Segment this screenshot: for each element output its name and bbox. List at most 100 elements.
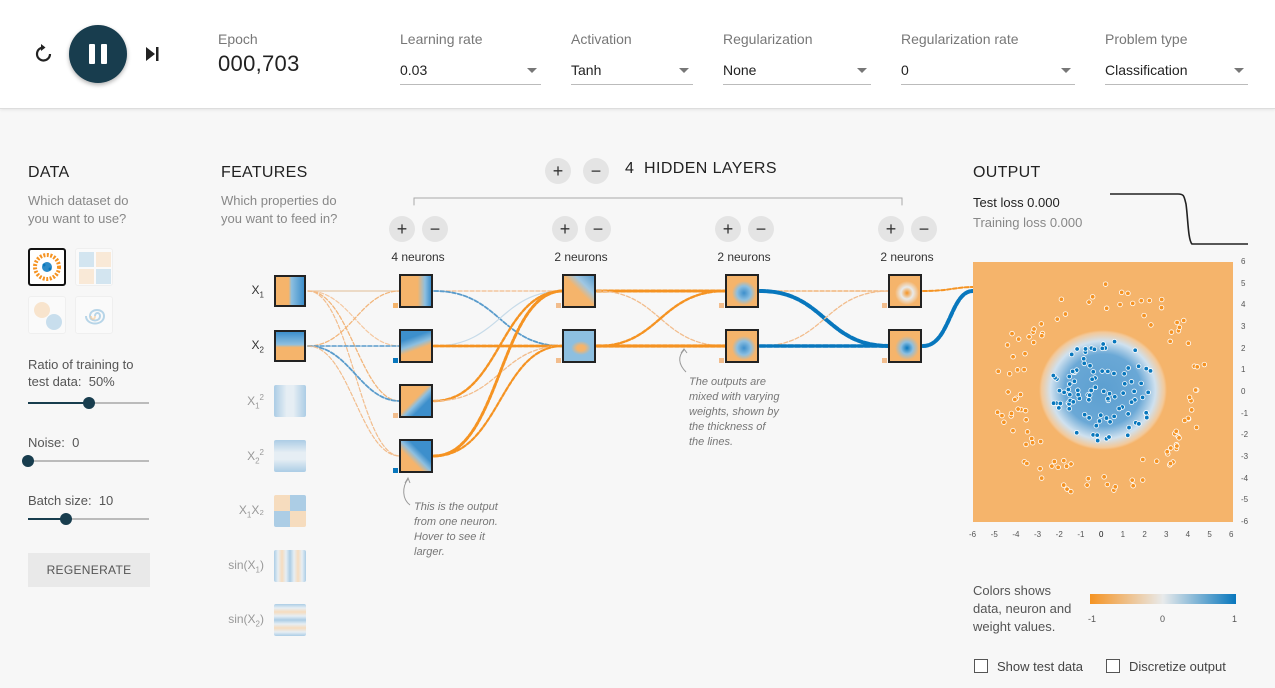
reset-button[interactable] [30, 40, 58, 68]
dataset-circle[interactable] [28, 248, 66, 286]
show-test-data-checkbox[interactable] [974, 659, 988, 673]
batch-size-label: Batch size: 10 [28, 493, 114, 508]
x-tick-label: -4 [1012, 530, 1020, 539]
neuron-1-1[interactable] [399, 274, 433, 308]
discretize-output-checkbox[interactable] [1106, 659, 1120, 673]
neuron-3-1[interactable] [725, 274, 759, 308]
data-point [1088, 387, 1094, 394]
legend-tick-mid: 0 [1160, 614, 1166, 624]
problem-type-select[interactable]: Classification [1105, 56, 1248, 85]
data-point [1102, 281, 1109, 287]
add-neuron-layer-3-button[interactable]: + [715, 216, 741, 242]
data-point [1106, 434, 1112, 440]
neuron-3-2[interactable] [725, 329, 759, 363]
chevron-down-icon [1061, 68, 1071, 73]
learning-rate-select[interactable]: 0.03 [400, 56, 541, 85]
data-point [1131, 388, 1137, 395]
add-neuron-layer-1-button[interactable]: + [389, 216, 415, 242]
data-point [1010, 354, 1016, 360]
ratio-slider-handle[interactable] [82, 397, 95, 409]
neuron-output-note: This is the output from one neuron. Hove… [414, 501, 498, 558]
add-neuron-layer-2-button[interactable]: + [552, 216, 578, 242]
y-tick-label: 2 [1241, 343, 1246, 353]
data-point [1037, 465, 1043, 472]
remove-neuron-layer-3-button[interactable]: − [748, 216, 774, 242]
data-point [1058, 296, 1065, 302]
data-point [1039, 333, 1045, 339]
training-loss: Training loss 0.000 [973, 215, 1083, 230]
color-legend-text: Colors shows data, neuron and weight val… [973, 583, 1072, 634]
data-point [1057, 400, 1064, 407]
x-tick-label: 5 [1207, 530, 1212, 539]
data-point [1031, 326, 1037, 332]
neuron-1-3[interactable] [399, 384, 433, 418]
batch-size-value: 10 [98, 493, 114, 508]
feature-sin-x1[interactable] [274, 550, 306, 582]
noise-slider-handle[interactable] [22, 455, 34, 467]
data-point [1017, 391, 1024, 398]
data-point [1056, 387, 1063, 394]
add-neuron-layer-4-button[interactable]: + [878, 216, 904, 242]
data-point [1015, 336, 1022, 342]
data-point [1001, 419, 1007, 425]
neuron-4-1[interactable] [888, 274, 922, 308]
data-point [1121, 371, 1127, 377]
reset-icon [35, 44, 52, 62]
x-tick-label: 2 [1142, 530, 1147, 539]
feature-label-sin-x1: sin(X1) [228, 558, 264, 575]
data-point [1125, 365, 1131, 371]
chevron-down-icon [857, 68, 867, 73]
y-tick-label: -2 [1241, 430, 1249, 440]
data-point [1061, 457, 1067, 464]
remove-layer-button[interactable]: − [583, 158, 609, 184]
feature-x1-squared[interactable] [274, 385, 306, 417]
data-point [1188, 407, 1195, 413]
noise-value: 0 [72, 435, 80, 450]
data-point [1112, 484, 1118, 490]
neuron-1-2[interactable] [399, 329, 433, 363]
feature-sin-x2[interactable] [274, 604, 306, 636]
data-point [1186, 394, 1193, 401]
noise-label: Noise: 0 [28, 435, 80, 450]
legend-tick-min: -1 [1088, 614, 1097, 624]
neuron-2-2[interactable] [562, 329, 596, 363]
neuron-1-4[interactable] [399, 439, 433, 473]
data-question: Which dataset do you want to use? [28, 193, 129, 226]
regularization-rate-value: 0 [901, 62, 909, 78]
dataset-xor[interactable] [75, 248, 113, 286]
remove-neuron-layer-1-button[interactable]: − [422, 216, 448, 242]
regularization-rate-select[interactable]: 0 [901, 56, 1075, 85]
batch-size-slider-handle[interactable] [59, 513, 72, 525]
data-point [1101, 388, 1107, 395]
data-point [1006, 371, 1013, 377]
neuron-4-2[interactable] [888, 329, 922, 363]
x-tick-label: -3 [1034, 530, 1042, 539]
xor-dataset-thumbnail [79, 252, 111, 284]
data-point [1168, 445, 1174, 451]
data-point [1145, 389, 1151, 396]
regenerate-button[interactable]: REGENERATE [28, 553, 150, 587]
regularization-select[interactable]: None [723, 56, 871, 85]
data-point [1106, 391, 1113, 397]
remove-neuron-layer-2-button[interactable]: − [585, 216, 611, 242]
dataset-gaussian[interactable] [28, 296, 66, 334]
step-button[interactable] [142, 42, 164, 66]
feature-x1[interactable] [274, 275, 306, 307]
noise-slider[interactable] [28, 460, 149, 462]
neuron-2-1[interactable] [562, 274, 596, 308]
problem-type-value: Classification [1105, 62, 1188, 78]
activation-select[interactable]: Tanh [571, 56, 693, 85]
data-point [1193, 424, 1200, 431]
data-point [1143, 410, 1149, 416]
remove-neuron-layer-4-button[interactable]: − [911, 216, 937, 242]
feature-x1x2[interactable] [274, 495, 306, 527]
data-point [1037, 438, 1044, 445]
feature-label-x1-squared: X12 [247, 393, 264, 411]
add-layer-button[interactable]: + [545, 158, 571, 184]
feature-x2[interactable] [274, 330, 306, 362]
dataset-spiral[interactable] [75, 296, 113, 334]
pause-button[interactable] [69, 25, 127, 83]
y-tick-label: 6 [1241, 257, 1246, 266]
data-point [1015, 406, 1021, 412]
feature-x2-squared[interactable] [274, 440, 306, 472]
